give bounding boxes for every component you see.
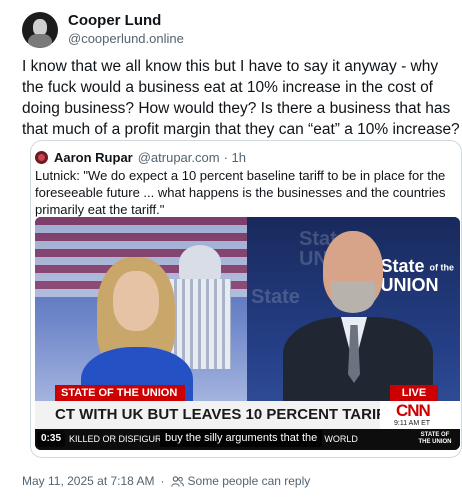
ticker-left-text: KILLED OR DISFIGURED <box>69 434 175 444</box>
people-icon <box>170 475 184 487</box>
author-names: Cooper Lund @cooperlund.online <box>68 12 184 48</box>
guest-figure <box>283 231 433 402</box>
ticker-brand: STATE OF THE UNION <box>418 432 452 445</box>
video-player[interactable]: StateUNION State State of the UNION STAT… <box>35 217 460 450</box>
quoted-author-name[interactable]: Aaron Rupar <box>54 150 133 165</box>
author-handle[interactable]: @cooperlund.online <box>68 30 184 48</box>
post-header: Cooper Lund @cooperlund.online <box>22 10 184 50</box>
chyron-headline: CT WITH UK BUT LEAVES 10 PERCENT TARIFF … <box>35 401 380 429</box>
network-bug: CNN 9:11 AM ET <box>380 401 460 429</box>
quoted-author-handle[interactable]: @atrupar.com <box>138 150 220 165</box>
author-avatar[interactable] <box>22 12 58 48</box>
video-right-panel: StateUNION State State of the UNION <box>247 217 460 402</box>
separator-dot: · <box>160 474 165 488</box>
quoted-post-header: Aaron Rupar @atrupar.com · 1h <box>35 150 246 165</box>
live-badge: LIVE <box>390 385 438 401</box>
author-display-name[interactable]: Cooper Lund <box>68 12 184 30</box>
quoted-post[interactable]: Aaron Rupar @atrupar.com · 1h Lutnick: "… <box>30 140 462 458</box>
video-caption: buy the silly arguments that the <box>160 430 323 447</box>
video-left-panel <box>35 217 247 402</box>
video-duration: 0:35 <box>37 431 66 447</box>
broadcast-clock: 9:11 AM ET <box>394 420 431 427</box>
post-text: I know that we all know this but I have … <box>22 58 460 138</box>
reply-setting[interactable]: Some people can reply <box>188 474 311 488</box>
show-name-bar: STATE OF THE UNION <box>55 385 185 401</box>
cnn-logo: CNN <box>396 401 431 420</box>
quoted-post-time: · 1h <box>223 150 246 165</box>
post-footer: May 11, 2025 at 7:18 AM · Some people ca… <box>22 474 310 488</box>
post-timestamp[interactable]: May 11, 2025 at 7:18 AM <box>22 474 155 488</box>
quoted-post-text: Lutnick: "We do expect a 10 percent base… <box>35 168 446 217</box>
anchor-figure <box>77 257 197 402</box>
quoted-author-avatar[interactable] <box>35 151 48 164</box>
